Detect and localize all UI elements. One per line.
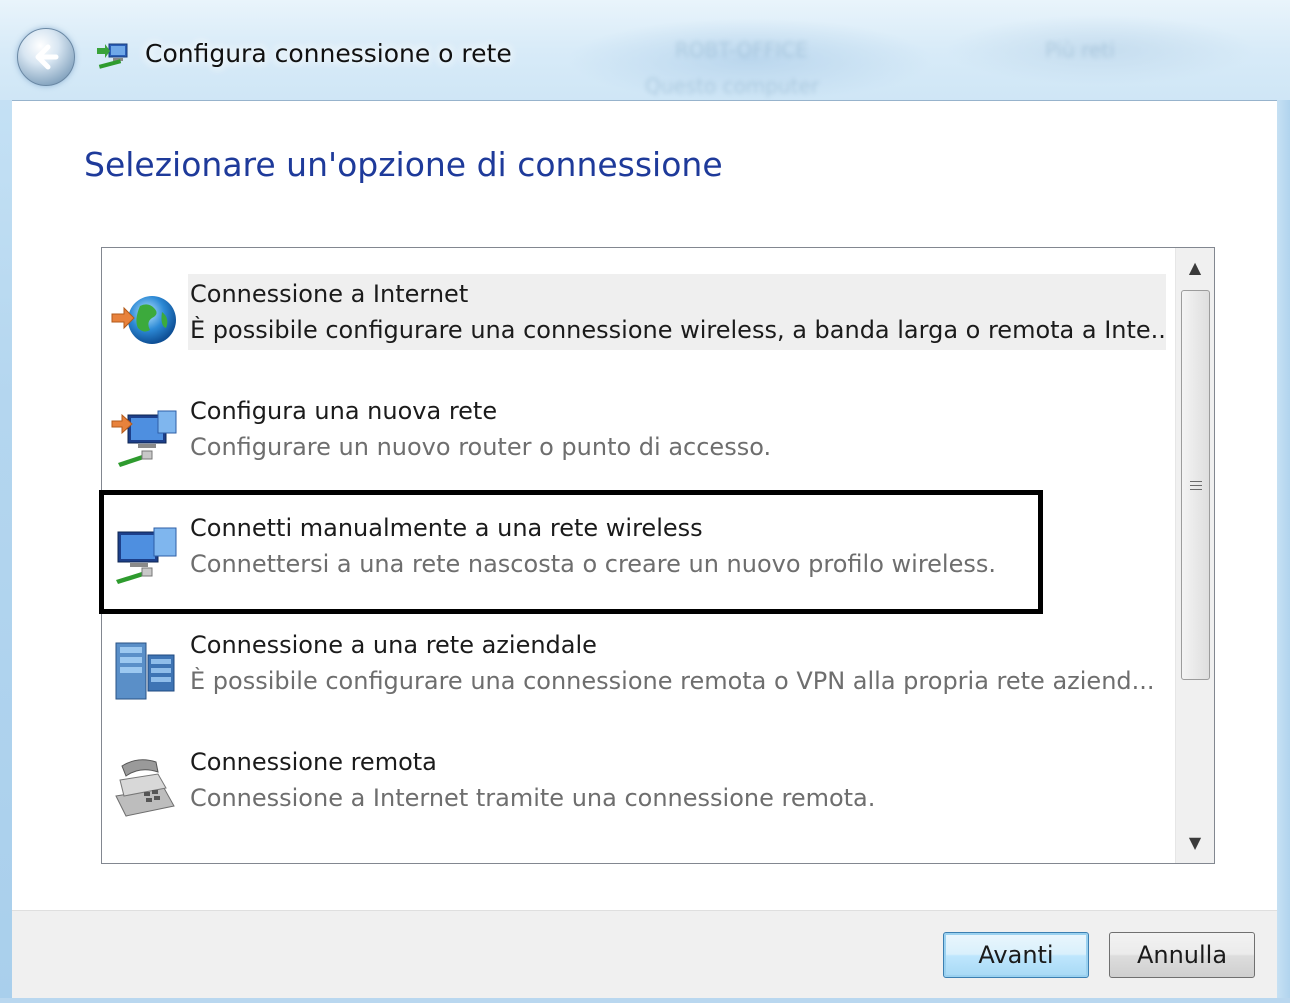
option-workplace-network[interactable]: Connessione a una rete aziendale È possi… (102, 625, 1174, 725)
window-frame-right (1277, 100, 1290, 1003)
option-setup-new-network[interactable]: Configura una nuova rete Configurare un … (102, 391, 1174, 491)
chevron-down-icon: ▼ (1188, 832, 1202, 852)
background-ghost-text: Questo computer (645, 74, 820, 98)
back-arrow-icon (35, 44, 59, 70)
network-setup-icon (97, 43, 128, 69)
option-description: Connettersi a una rete nascosta o creare… (190, 550, 996, 578)
option-text: Connessione a una rete aziendale È possi… (188, 625, 1166, 701)
background-ghost-text: Più reti (1045, 38, 1115, 62)
content-panel: Selezionare un'opzione di connessione Co… (12, 100, 1277, 911)
option-title: Connessione remota (190, 748, 437, 776)
page-heading: Selezionare un'opzione di connessione (84, 145, 723, 184)
scroll-up-button[interactable]: ▲ (1176, 248, 1214, 286)
option-title: Connessione a Internet (190, 280, 469, 308)
option-title: Connessione a una rete aziendale (190, 631, 597, 659)
option-description: È possibile configurare una connessione … (190, 316, 1166, 344)
option-title: Connetti manualmente a una rete wireless (190, 514, 703, 542)
option-connect-internet[interactable]: Connessione a Internet È possibile confi… (102, 274, 1174, 374)
back-button[interactable] (17, 28, 75, 86)
option-manual-wireless[interactable]: Connetti manualmente a una rete wireless… (102, 508, 1174, 608)
vertical-scrollbar[interactable]: ▲ ▼ (1175, 248, 1214, 863)
option-text: Connessione a Internet È possibile confi… (188, 274, 1166, 350)
grip-icon (1189, 480, 1202, 490)
option-title: Configura una nuova rete (190, 397, 498, 425)
background-ghost-text: ROBT-OFFICE (675, 38, 808, 62)
workplace-server-icon (115, 642, 175, 700)
cancel-button[interactable]: Annulla (1109, 932, 1255, 978)
option-dialup[interactable]: Connessione remota Connessione a Interne… (102, 742, 1174, 842)
option-text: Configura una nuova rete Configurare un … (188, 391, 1166, 467)
connection-options-list[interactable]: Connessione a Internet È possibile confi… (101, 247, 1215, 864)
option-text: Connessione remota Connessione a Interne… (188, 742, 1166, 818)
scrollbar-thumb[interactable] (1181, 290, 1210, 680)
option-description: È possibile configurare una connessione … (190, 667, 1155, 695)
next-button[interactable]: Avanti (943, 932, 1089, 978)
title-bar: ROBT-OFFICE Questo computer Più reti Con… (0, 0, 1290, 100)
option-description: Configurare un nuovo router o punto di a… (190, 433, 772, 461)
wireless-network-icon (116, 527, 177, 584)
option-description: Connessione a Internet tramite una conne… (190, 784, 876, 812)
dialup-phone-icon (115, 759, 175, 817)
dialog-footer: Avanti Annulla (12, 910, 1277, 999)
window-frame-bottom (0, 998, 1290, 1003)
globe-arrow-icon (111, 296, 176, 344)
chevron-up-icon: ▲ (1188, 257, 1202, 277)
option-text: Connetti manualmente a una rete wireless… (188, 508, 1166, 584)
window-title: Configura connessione o rete (145, 39, 512, 68)
network-setup-icon (111, 410, 177, 467)
scroll-down-button[interactable]: ▼ (1176, 823, 1214, 861)
